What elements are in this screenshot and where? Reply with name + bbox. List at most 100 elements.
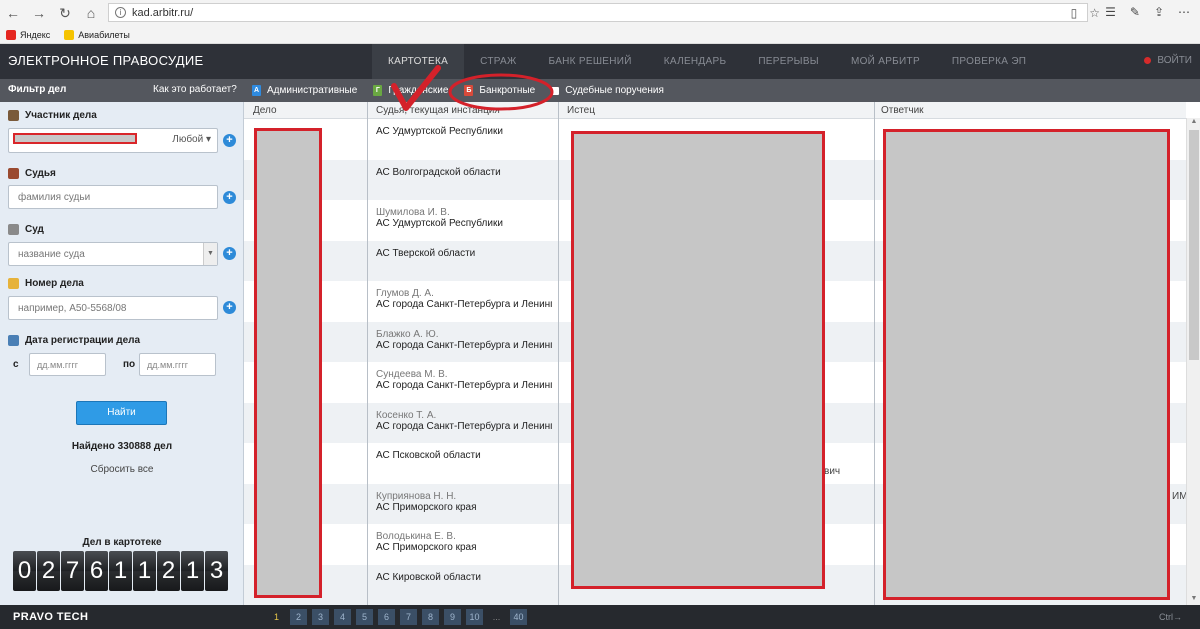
page-link[interactable]: 8 xyxy=(422,609,439,625)
reload-icon[interactable]: ↻ xyxy=(52,1,78,25)
login-link[interactable]: ВОЙТИ xyxy=(1144,55,1192,66)
brand-logo: PRAVO TECH xyxy=(13,611,89,623)
page-link[interactable]: 4 xyxy=(334,609,351,625)
pen-icon[interactable]: ✎ xyxy=(1130,5,1140,19)
counter-digit: 2 xyxy=(37,551,60,591)
table-header: Дело Судья, текущая инстанция Истец Отве… xyxy=(244,102,1186,119)
court-name: АС города Санкт-Петербурга и Ленинг xyxy=(376,420,552,432)
counter-digit: 7 xyxy=(61,551,84,591)
case-number-input[interactable]: например, А50-5568/08 xyxy=(8,296,218,320)
redacted-participant xyxy=(13,133,137,144)
participant-mode-select[interactable]: Любой ▾ xyxy=(172,134,211,145)
url-text: kad.arbitr.ru/ xyxy=(132,6,194,19)
scroll-up-icon[interactable]: ▲ xyxy=(1187,118,1200,128)
page-link[interactable]: 6 xyxy=(378,609,395,625)
court-name: АС Удмуртской Республики xyxy=(376,218,503,229)
court-orders-checkbox[interactable] xyxy=(551,86,560,95)
participant-input[interactable]: Любой ▾ xyxy=(8,128,218,153)
page-link[interactable]: 9 xyxy=(444,609,461,625)
filter-bar: Фильтр дел Как это работает? А Администр… xyxy=(0,79,1200,102)
date-from-label: с xyxy=(13,359,19,370)
column-header-defendant[interactable]: Ответчик xyxy=(881,105,924,116)
cases-table: АС Удмуртской Республики АС Волгоградско… xyxy=(244,102,1186,605)
page-ellipsis: ... xyxy=(492,612,501,622)
pagination: 1 2 3 4 5 6 7 8 9 10 ... 40 xyxy=(268,609,527,625)
date-to-label: по xyxy=(123,359,136,370)
site-title[interactable]: ЭЛЕКТРОННОЕ ПРАВОСУДИЕ xyxy=(8,53,204,68)
scroll-down-icon[interactable]: ▼ xyxy=(1187,595,1200,605)
back-icon[interactable]: ← xyxy=(0,1,26,25)
judge-name: Володькина Е. В. xyxy=(376,531,456,542)
court-select[interactable]: название суда ▼ xyxy=(8,242,218,266)
reader-view-icon[interactable]: ▯ xyxy=(1071,6,1078,20)
court-name: АС города Санкт-Петербурга и Ленинг xyxy=(376,380,552,391)
calendar-icon xyxy=(8,335,19,346)
table-scrollbar[interactable]: ▲ ▼ xyxy=(1186,118,1200,605)
yandex-icon xyxy=(6,29,16,40)
top-nav: КАРТОТЕКА СТРАЖ БАНК РЕШЕНИЙ КАЛЕНДАРЬ П… xyxy=(372,44,1042,79)
find-button[interactable]: Найти xyxy=(76,401,167,425)
add-case-number-icon[interactable]: + xyxy=(223,301,236,314)
counter-label: Дел в картотеке xyxy=(82,537,162,548)
tab-strazh[interactable]: СТРАЖ xyxy=(464,44,532,79)
column-header-case[interactable]: Дело xyxy=(253,105,277,116)
judge-input[interactable]: фамилия судьи xyxy=(8,185,218,209)
add-court-icon[interactable]: + xyxy=(223,247,236,260)
page-link[interactable]: 3 xyxy=(312,609,329,625)
favorite-star-icon[interactable]: ☆ xyxy=(1089,6,1100,20)
tab-signature-check[interactable]: ПРОВЕРКА ЭП xyxy=(936,44,1042,79)
redacted-defendants xyxy=(883,129,1170,600)
more-menu-icon[interactable]: ⋯ xyxy=(1178,5,1190,19)
case-counter: 0 2 7 6 1 1 2 1 3 xyxy=(13,551,228,591)
page-link[interactable]: 7 xyxy=(400,609,417,625)
forward-icon[interactable]: → xyxy=(26,1,52,25)
gavel-icon xyxy=(8,168,19,179)
case-type-administrative[interactable]: А Административные xyxy=(252,85,357,96)
page-link-current[interactable]: 1 xyxy=(268,609,285,625)
person-icon xyxy=(8,110,19,121)
address-bar[interactable]: i kad.arbitr.ru/ xyxy=(108,3,1088,22)
reg-date-label: Дата регистрации дела xyxy=(8,335,140,346)
plaintiff-fragment: вич xyxy=(824,466,841,477)
column-header-judge[interactable]: Судья, текущая инстанция xyxy=(376,105,500,116)
chevron-down-icon[interactable]: ▼ xyxy=(203,243,217,265)
date-to-input[interactable]: дд.мм.гггг xyxy=(139,353,216,376)
court-name: АС Приморского края xyxy=(376,542,477,553)
share-icon[interactable]: ⇪ xyxy=(1154,5,1164,19)
date-from-input[interactable]: дд.мм.гггг xyxy=(29,353,106,376)
case-type-bankruptcy[interactable]: Б Банкротные xyxy=(464,85,535,96)
column-header-plaintiff[interactable]: Истец xyxy=(567,105,595,116)
home-icon[interactable]: ⌂ xyxy=(78,1,104,25)
page-link-last[interactable]: 40 xyxy=(510,609,527,625)
tab-breaks[interactable]: ПЕРЕРЫВЫ xyxy=(742,44,835,79)
bookmark-flights[interactable]: Авиабилеты xyxy=(64,29,130,40)
how-it-works-link[interactable]: Как это работает? xyxy=(153,84,237,95)
page-link[interactable]: 5 xyxy=(356,609,373,625)
tab-my-arbitr[interactable]: МОЙ АРБИТР xyxy=(835,44,936,79)
browser-toolbar: ← → ↻ ⌂ i kad.arbitr.ru/ ▯ ☆ ☰ ✎ ⇪ ⋯ xyxy=(0,0,1200,26)
tab-bank-resheniy[interactable]: БАНК РЕШЕНИЙ xyxy=(533,44,648,79)
court-name: АС Псковской области xyxy=(376,450,481,461)
bookmark-yandex[interactable]: Яндекс xyxy=(6,29,50,40)
info-icon[interactable]: i xyxy=(115,7,126,18)
case-type-court-orders[interactable]: Судебные поручения xyxy=(551,85,664,96)
court-name: АС города Санкт-Петербурга и Ленинг xyxy=(376,299,552,310)
footer: PRAVO TECH 1 2 3 4 5 6 7 8 9 10 ... 40 C… xyxy=(0,605,1200,629)
page-link[interactable]: 2 xyxy=(290,609,307,625)
scroll-thumb[interactable] xyxy=(1189,130,1199,360)
add-judge-icon[interactable]: + xyxy=(223,191,236,204)
court-name: АС Приморского края xyxy=(376,501,477,513)
tab-kartoteka[interactable]: КАРТОТЕКА xyxy=(372,44,465,79)
bankruptcy-icon: Б xyxy=(464,85,474,96)
reset-all-link[interactable]: Сбросить все xyxy=(0,464,244,475)
counter-digit: 1 xyxy=(109,551,132,591)
favorites-list-icon[interactable]: ☰ xyxy=(1105,5,1116,19)
tab-calendar[interactable]: КАЛЕНДАРЬ xyxy=(648,44,743,79)
judge-name: Шумилова И. В. xyxy=(376,207,450,218)
column-divider xyxy=(367,102,368,605)
civil-icon: Г xyxy=(373,85,383,96)
add-participant-icon[interactable]: + xyxy=(223,134,236,147)
case-type-civil[interactable]: Г Гражданские xyxy=(373,85,448,96)
page-link[interactable]: 10 xyxy=(466,609,483,625)
court-name: АС города Санкт-Петербурга и Ленинг xyxy=(376,339,552,351)
